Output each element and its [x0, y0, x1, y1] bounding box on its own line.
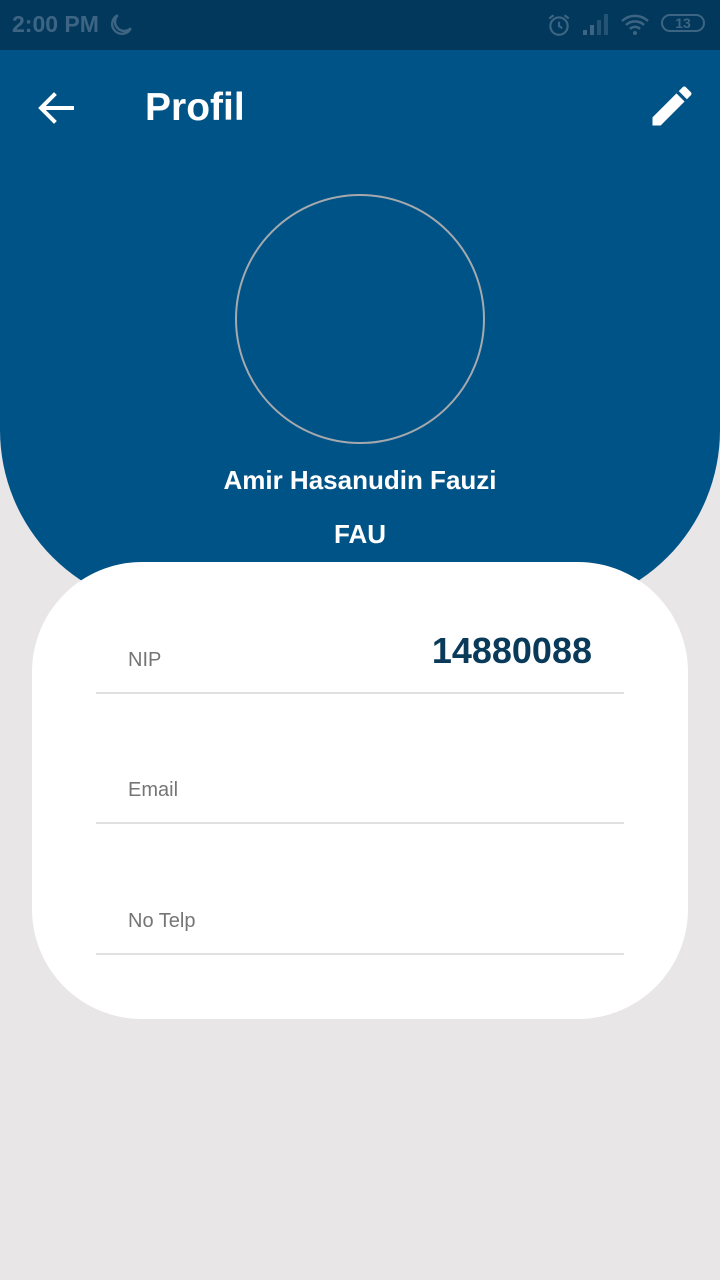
field-email-label: Email [128, 779, 179, 801]
user-name: Amir Hasanudin Fauzi [223, 465, 497, 495]
field-nip-label: NIP [128, 649, 162, 671]
arrow-left-icon [38, 92, 74, 124]
moon-icon [108, 12, 134, 43]
field-nip: NIP 14880088 [96, 562, 624, 694]
wifi-icon [620, 12, 650, 41]
status-bar: 2:00 PM 13 [0, 0, 720, 50]
field-nip-value: 14880088 [431, 630, 592, 671]
back-button[interactable] [30, 84, 82, 132]
field-phone-label: No Telp [128, 910, 196, 932]
field-phone: No Telp [96, 823, 624, 955]
page-title: Profil [145, 86, 245, 129]
profile-details-card: NIP 14880088 Email No Telp [32, 562, 688, 1019]
field-email: Email [96, 692, 624, 824]
user-code: FAU [334, 519, 386, 549]
battery-icon: 13 [661, 14, 705, 32]
signal-icon [582, 12, 610, 41]
avatar[interactable] [235, 194, 485, 444]
edit-button[interactable] [646, 80, 698, 132]
status-time: 2:00 PM [12, 11, 99, 37]
alarm-icon [546, 12, 572, 43]
pencil-icon [652, 86, 692, 126]
